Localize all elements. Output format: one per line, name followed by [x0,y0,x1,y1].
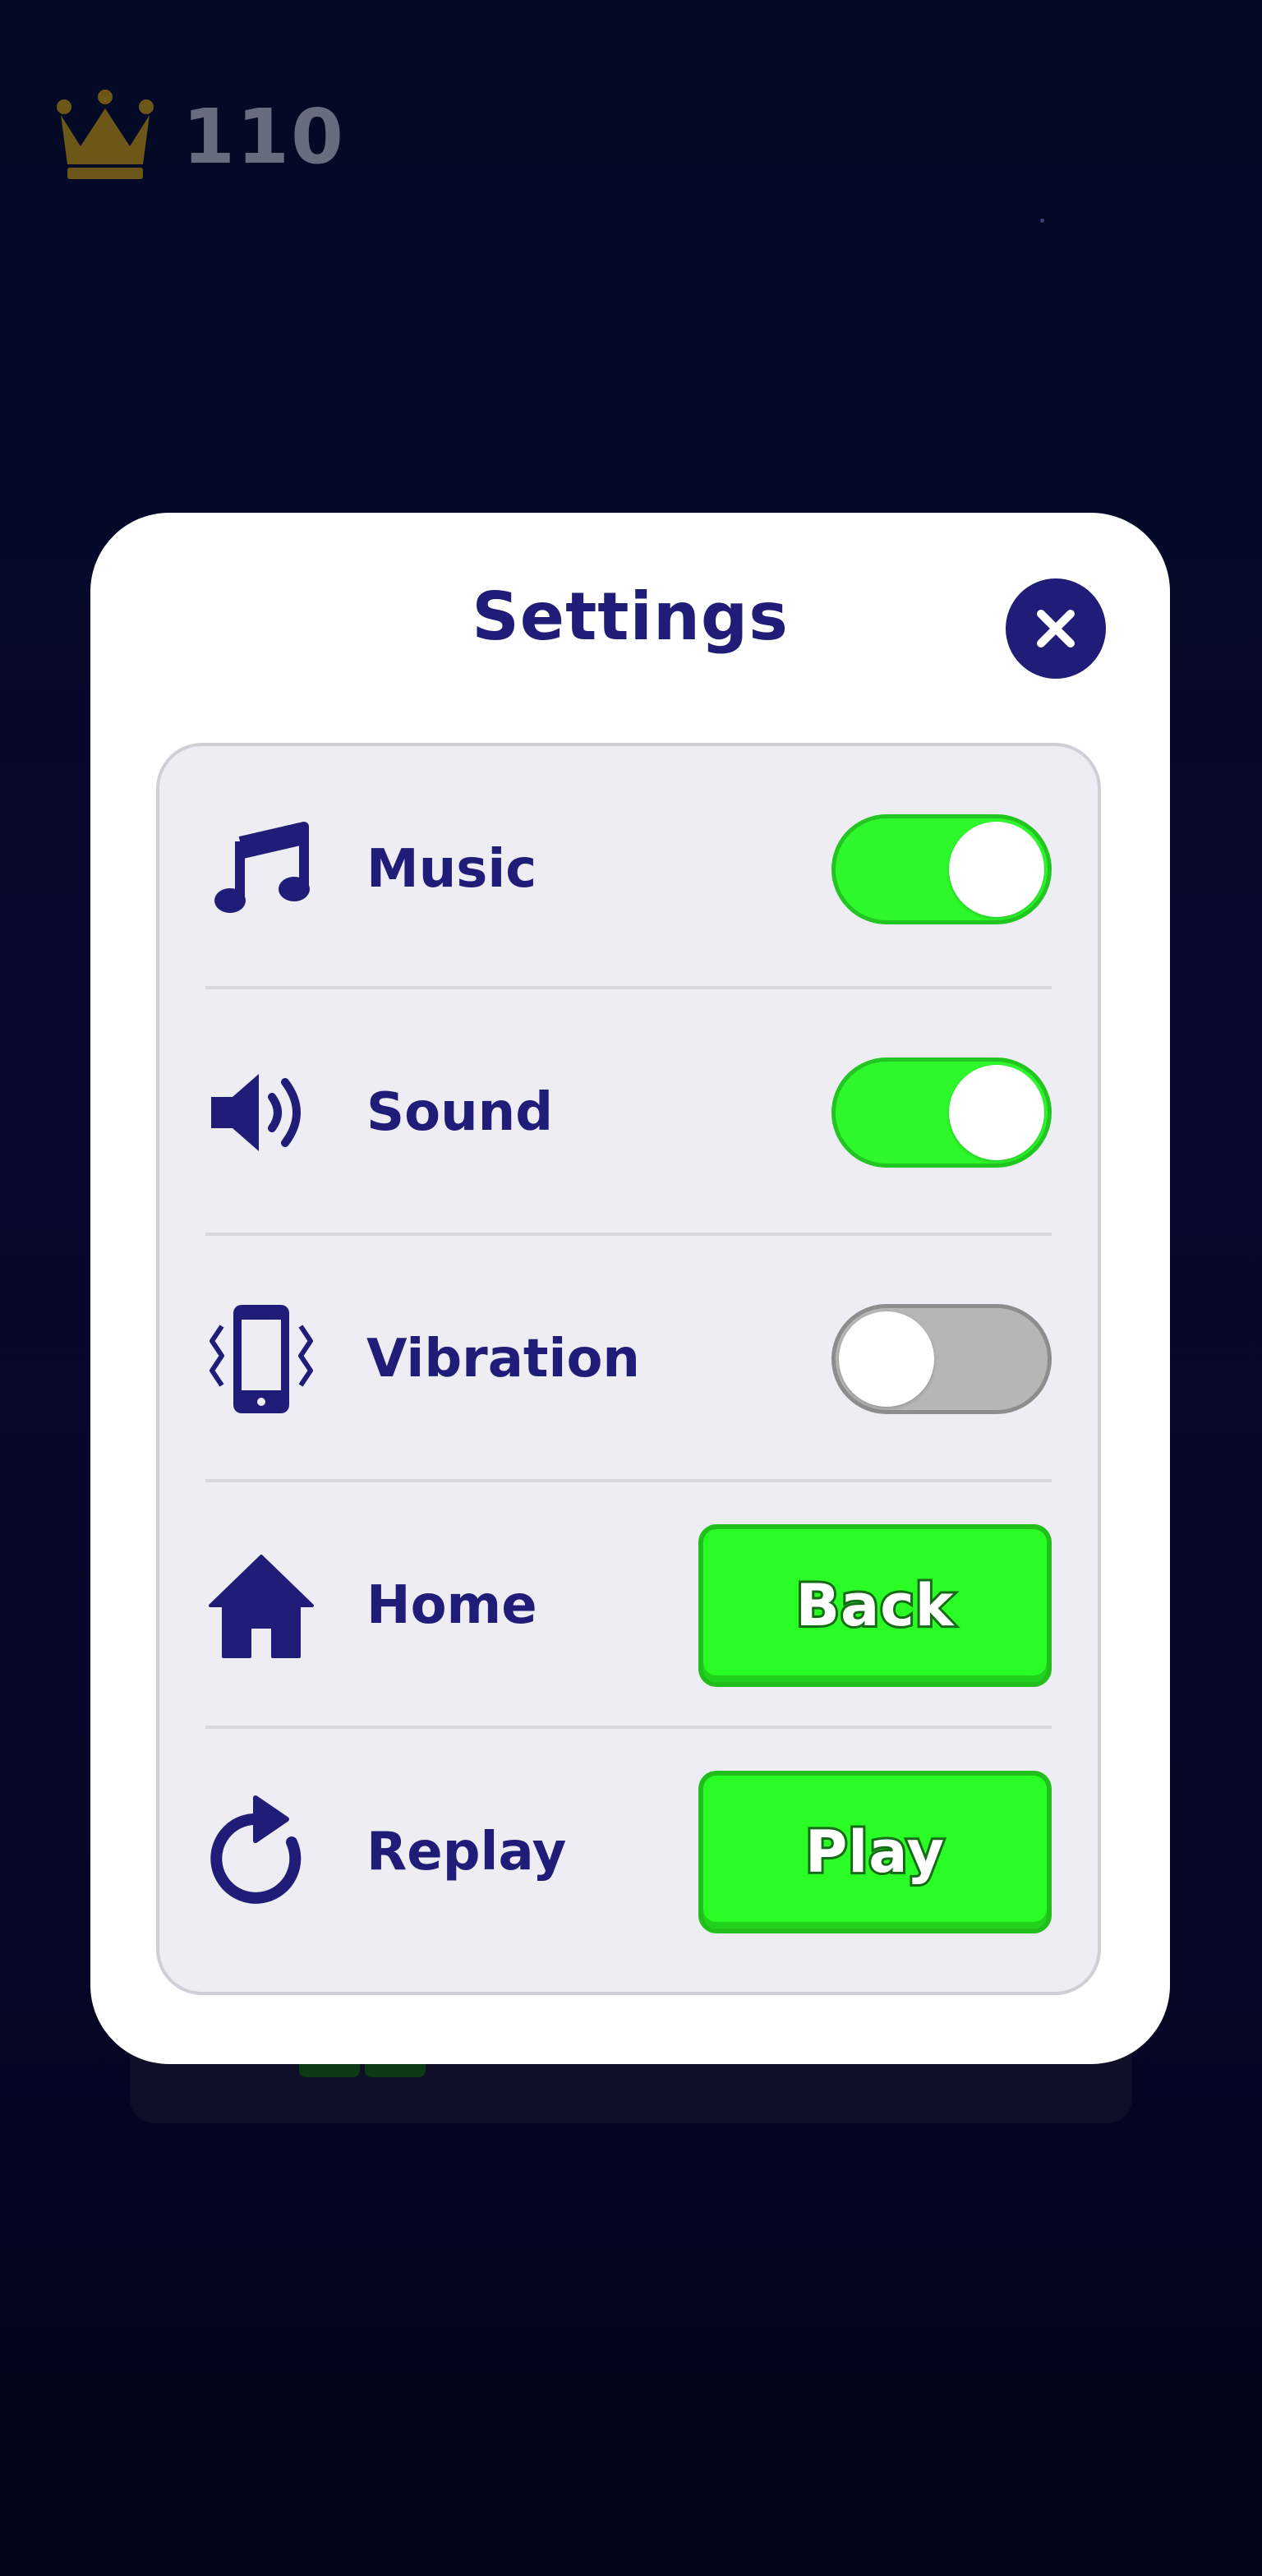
settings-row-vibration: Vibration [205,1236,1052,1482]
speaker-icon [211,1074,301,1151]
music-note-icon [214,822,310,913]
close-icon [1037,610,1075,647]
back-button-label: Back [794,1569,956,1642]
music-toggle[interactable] [831,814,1052,924]
play-button[interactable]: Play [698,1771,1052,1933]
settings-dialog: Settings Music Sound Vibration Home Back… [90,513,1170,2064]
settings-row-home: Home Back [205,1482,1052,1729]
back-button[interactable]: Back [698,1524,1052,1687]
toggle-knob [839,1311,934,1407]
toggle-knob [949,822,1044,917]
settings-row-sound: Sound [205,989,1052,1236]
settings-row-music: Music [205,746,1052,993]
score-value: 110 [182,92,346,181]
setting-label: Vibration [366,1329,640,1389]
settings-panel: Music Sound Vibration Home Back Replay P… [156,743,1101,1995]
setting-label: Home [366,1575,537,1636]
setting-label: Replay [366,1822,567,1882]
home-icon [209,1555,314,1658]
setting-label: Sound [366,1082,553,1143]
close-button[interactable] [1006,578,1106,679]
vibration-toggle[interactable] [831,1304,1052,1414]
toggle-knob [949,1065,1044,1160]
replay-icon [210,1795,302,1904]
settings-row-replay: Replay Play [205,1729,1052,1975]
play-button-label: Play [803,1816,946,1888]
setting-label: Music [366,839,537,900]
crown-icon [57,90,154,179]
score-hud: 110 [53,89,345,184]
sound-toggle[interactable] [831,1058,1052,1168]
phone-vibrate-icon [210,1305,313,1413]
background-star [1040,219,1044,223]
